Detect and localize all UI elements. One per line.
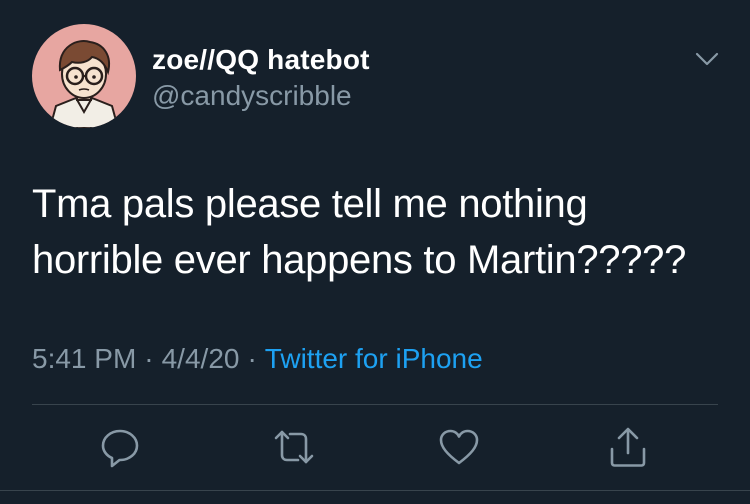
- share-icon[interactable]: [606, 425, 650, 469]
- tweet-meta: 5:41 PM · 4/4/20 · Twitter for iPhone: [32, 343, 483, 375]
- divider: [32, 404, 718, 405]
- tweet-text-line-2: horrible ever happens to Martin?????: [32, 238, 687, 282]
- tweet-text-line-1: Tma pals please tell me nothing: [32, 182, 588, 226]
- heart-icon[interactable]: [437, 425, 481, 469]
- tweet-source-link[interactable]: Twitter for iPhone: [265, 343, 483, 374]
- meta-separator: ·: [144, 343, 154, 374]
- avatar-illustration: [48, 40, 120, 128]
- bottom-divider: [0, 490, 750, 491]
- reply-icon[interactable]: [98, 425, 142, 469]
- display-name[interactable]: zoe//QQ hatebot: [152, 44, 370, 76]
- meta-separator: ·: [247, 343, 257, 374]
- chevron-down-icon[interactable]: [693, 48, 721, 70]
- tweet-text: Tma pals please tell me nothing horrible…: [32, 176, 732, 288]
- user-handle[interactable]: @candyscribble: [152, 80, 352, 112]
- avatar[interactable]: [32, 24, 136, 128]
- tweet-date: 4/4/20: [161, 343, 240, 374]
- tweet-card: zoe//QQ hatebot @candyscribble Tma pals …: [0, 0, 750, 504]
- retweet-icon[interactable]: [272, 425, 316, 469]
- tweet-time: 5:41 PM: [32, 343, 137, 374]
- action-bar: [0, 425, 750, 475]
